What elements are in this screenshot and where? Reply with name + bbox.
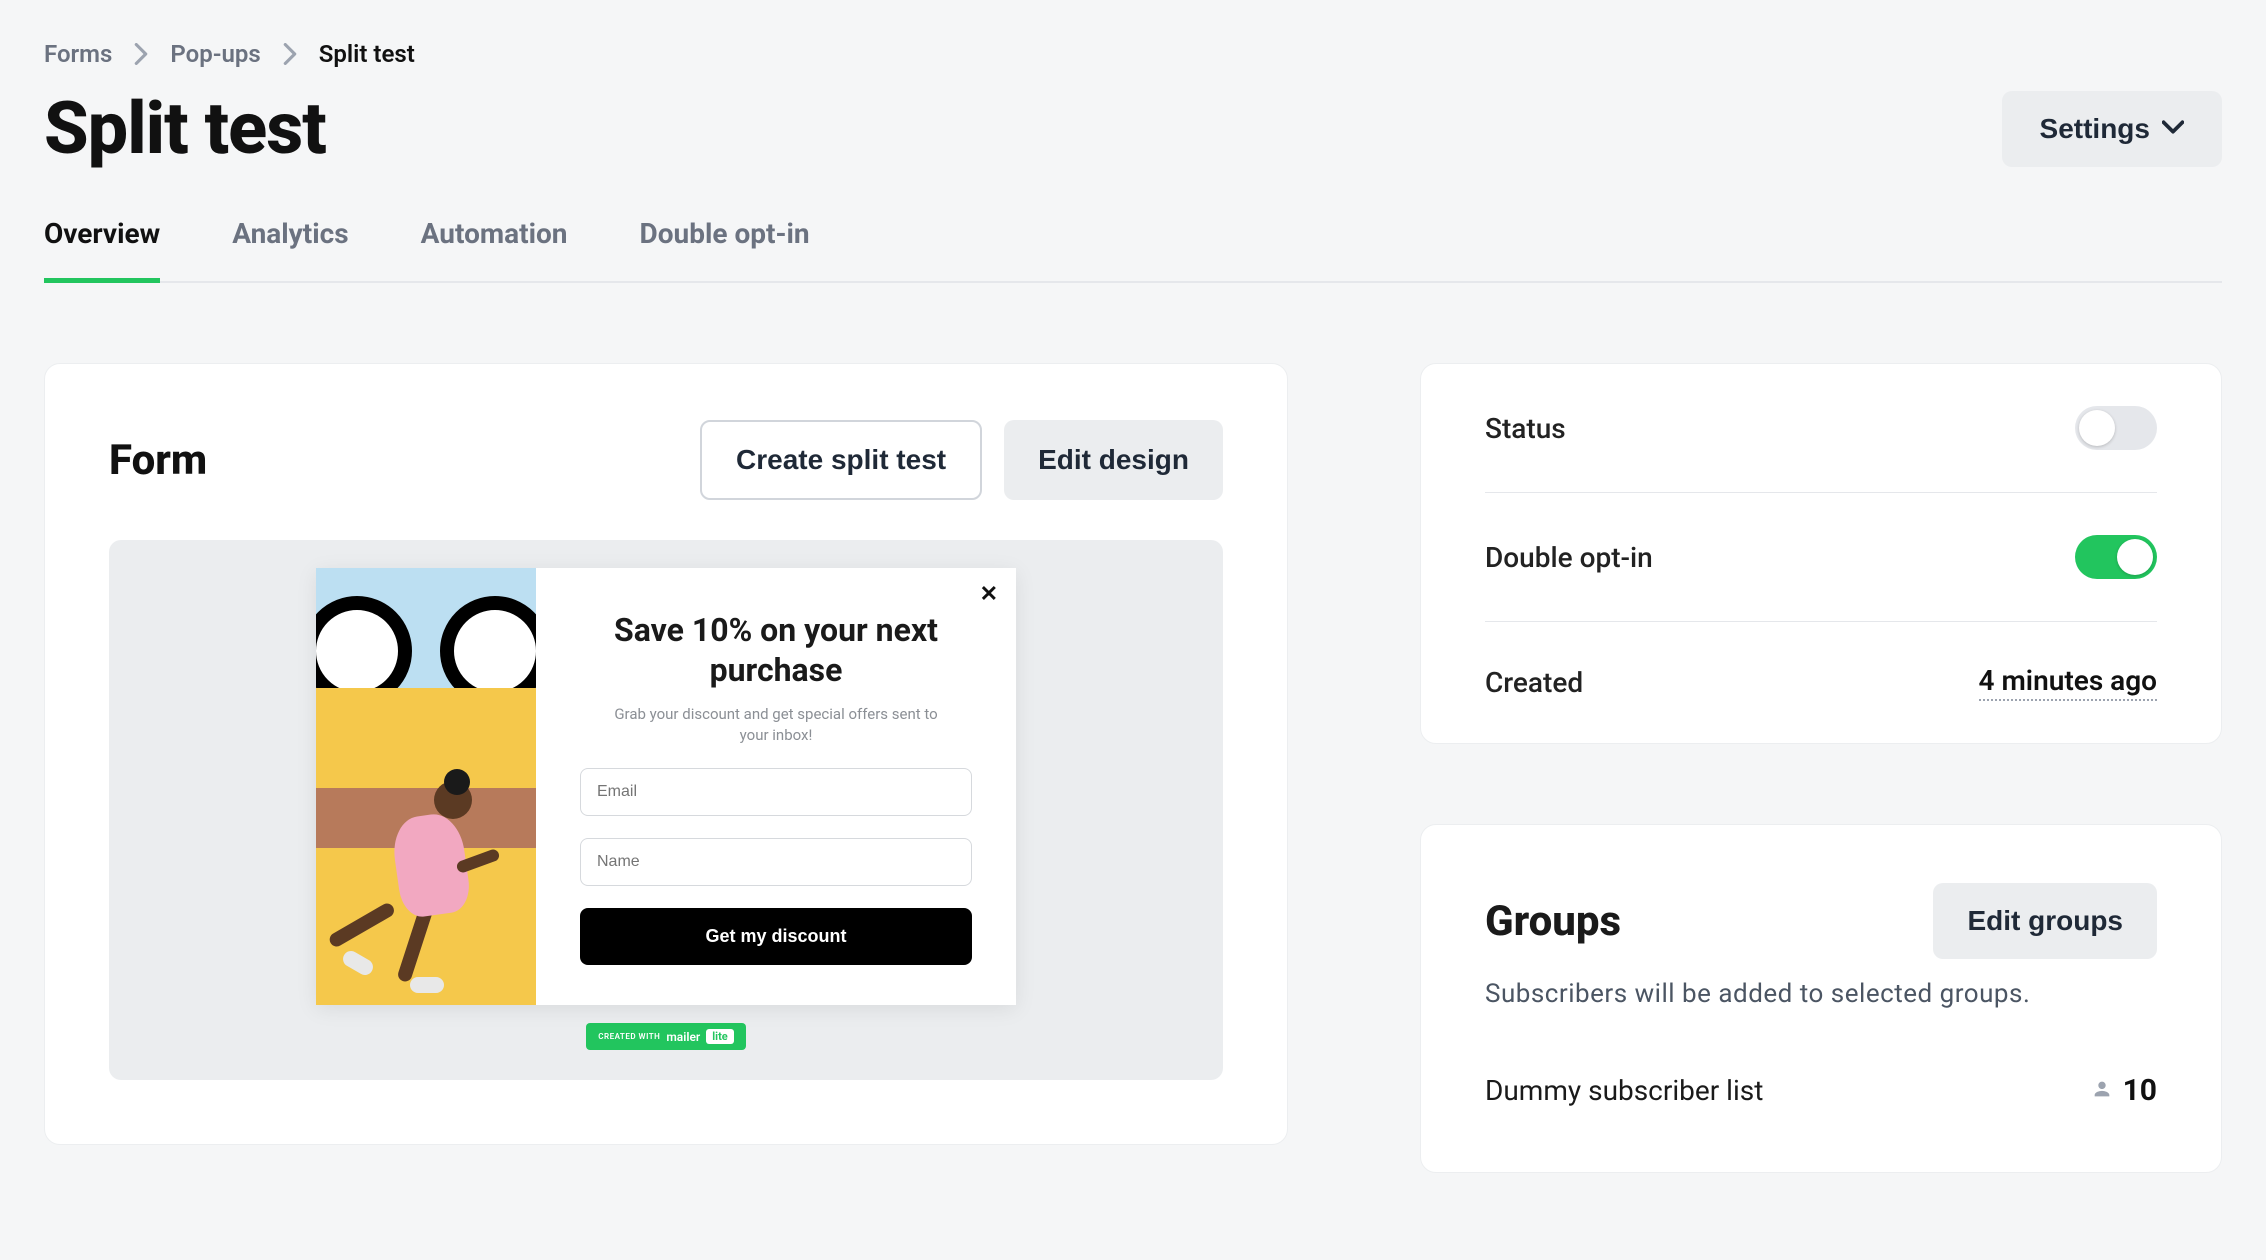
tab-double-opt-in[interactable]: Double opt-in: [640, 209, 810, 283]
breadcrumb-forms[interactable]: Forms: [44, 40, 112, 68]
person-icon: [2091, 1073, 2113, 1108]
group-count-value: 10: [2123, 1073, 2157, 1108]
edit-design-button[interactable]: Edit design: [1004, 420, 1223, 500]
settings-button-label: Settings: [2040, 113, 2150, 145]
tabs: Overview Analytics Automation Double opt…: [44, 209, 2222, 283]
chevron-down-icon: [2162, 113, 2184, 145]
status-toggle[interactable]: [2075, 406, 2157, 450]
popup-title: Save 10% on your next purchase: [580, 610, 972, 690]
status-label: Status: [1485, 412, 1566, 445]
mailerlite-badge[interactable]: CREATED WITH mailer lite: [586, 1023, 746, 1050]
breadcrumb: Forms Pop-ups Split test: [44, 40, 2222, 68]
tab-overview[interactable]: Overview: [44, 209, 160, 283]
group-row: Dummy subscriber list 10: [1485, 1073, 2157, 1108]
status-card: Status Double opt-in Created 4 minutes a…: [1420, 363, 2222, 744]
settings-button[interactable]: Settings: [2002, 91, 2222, 167]
tab-automation[interactable]: Automation: [421, 209, 568, 283]
chevron-right-icon: [134, 43, 148, 65]
groups-card: Groups Edit groups Subscribers will be a…: [1420, 824, 2222, 1173]
form-card: Form Create split test Edit design: [44, 363, 1288, 1145]
badge-prefix: CREATED WITH: [598, 1032, 660, 1041]
form-card-title: Form: [109, 436, 207, 485]
breadcrumb-popups[interactable]: Pop-ups: [170, 40, 260, 68]
double-optin-label: Double opt-in: [1485, 541, 1653, 574]
form-preview: ✕ Save 10% on your next purchase Grab yo…: [109, 540, 1223, 1080]
popup-name-input[interactable]: [580, 838, 972, 886]
groups-description: Subscribers will be added to selected gr…: [1485, 979, 2157, 1009]
groups-title: Groups: [1485, 897, 1621, 946]
close-icon[interactable]: ✕: [980, 582, 998, 607]
create-split-test-button[interactable]: Create split test: [700, 420, 982, 500]
popup-submit-button[interactable]: Get my discount: [580, 908, 972, 965]
breadcrumb-current: Split test: [319, 40, 415, 68]
popup-preview: ✕ Save 10% on your next purchase Grab yo…: [316, 568, 1016, 1005]
popup-image: [316, 568, 536, 1005]
badge-brand: mailer: [666, 1030, 700, 1044]
tab-analytics[interactable]: Analytics: [232, 209, 348, 283]
chevron-right-icon: [283, 43, 297, 65]
page-title: Split test: [44, 86, 326, 171]
created-label: Created: [1485, 666, 1583, 699]
badge-suffix: lite: [706, 1029, 734, 1044]
content: Form Create split test Edit design: [44, 363, 2222, 1173]
popup-subtitle: Grab your discount and get special offer…: [580, 704, 972, 746]
popup-email-input[interactable]: [580, 768, 972, 816]
double-optin-toggle[interactable]: [2075, 535, 2157, 579]
group-name: Dummy subscriber list: [1485, 1074, 1763, 1107]
group-count: 10: [2091, 1073, 2157, 1108]
created-value: 4 minutes ago: [1979, 664, 2157, 701]
page-header: Split test Settings: [44, 86, 2222, 171]
edit-groups-button[interactable]: Edit groups: [1933, 883, 2157, 959]
